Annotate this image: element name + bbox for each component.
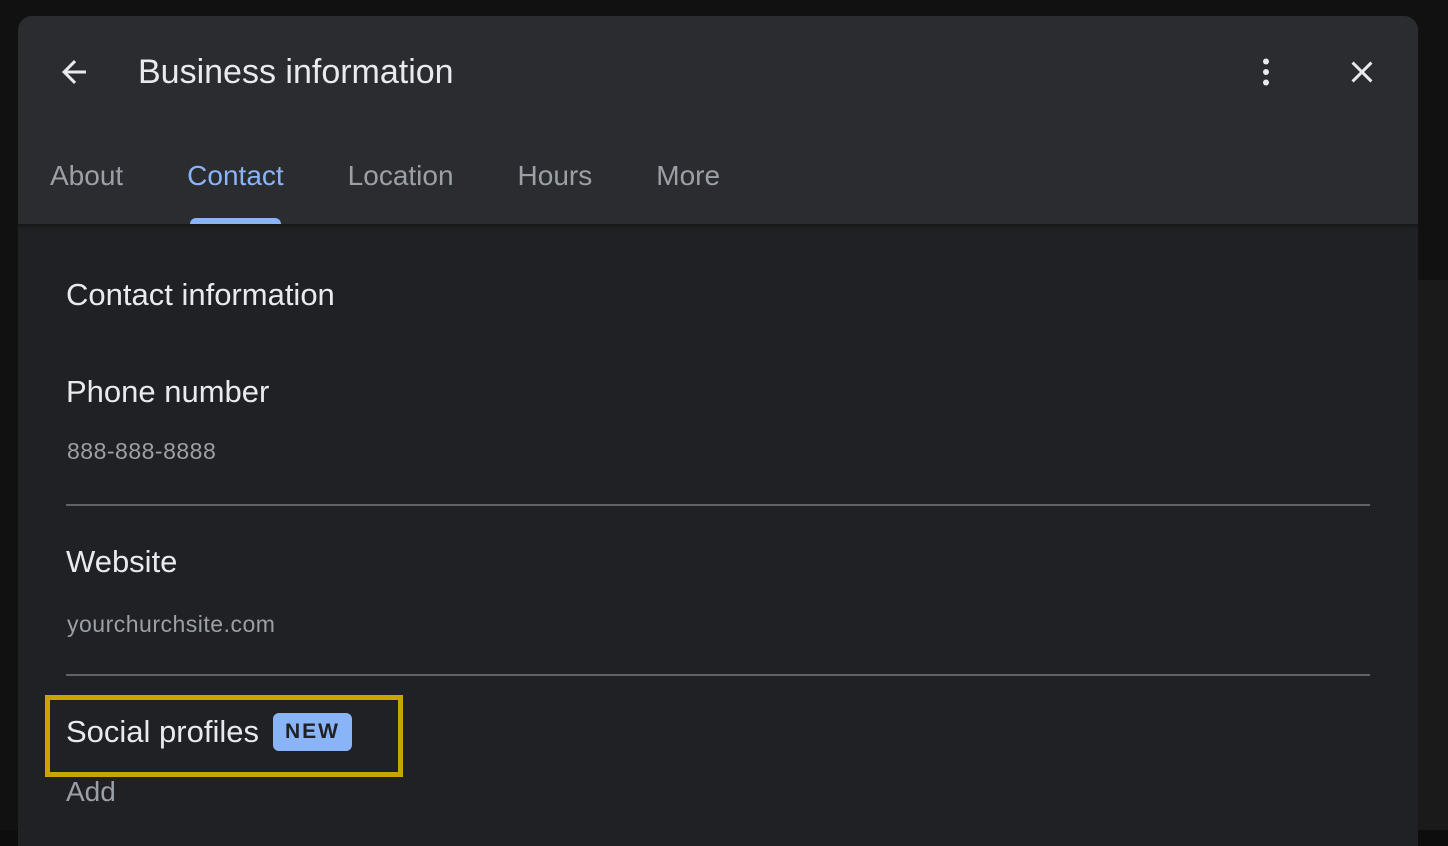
active-tab-indicator bbox=[190, 218, 281, 224]
add-social-profile-link[interactable]: Add bbox=[66, 775, 116, 809]
close-button[interactable] bbox=[1338, 48, 1386, 96]
tab-label: About bbox=[50, 160, 123, 191]
phone-label: Phone number bbox=[66, 373, 269, 411]
tab-location[interactable]: Location bbox=[316, 156, 486, 224]
back-button[interactable] bbox=[50, 48, 98, 96]
tab-more[interactable]: More bbox=[624, 156, 752, 224]
new-badge: NEW bbox=[273, 713, 352, 751]
phone-value[interactable]: 888-888-8888 bbox=[67, 436, 216, 466]
business-info-dialog: Business information About Contact Locat… bbox=[18, 16, 1418, 846]
tab-label: Location bbox=[348, 160, 454, 191]
tab-label: Contact bbox=[187, 160, 284, 191]
background-image bbox=[1418, 280, 1448, 830]
tab-label: Hours bbox=[518, 160, 593, 191]
close-icon bbox=[1344, 54, 1380, 90]
divider bbox=[66, 674, 1370, 676]
section-title: Contact information bbox=[66, 276, 335, 314]
tab-bar: About Contact Location Hours More bbox=[18, 156, 752, 224]
more-vert-icon bbox=[1248, 54, 1284, 90]
divider bbox=[66, 504, 1370, 506]
website-label: Website bbox=[66, 543, 177, 581]
website-value[interactable]: yourchurchsite.com bbox=[67, 609, 275, 639]
social-profiles-row: Social profiles NEW bbox=[66, 713, 352, 751]
tab-hours[interactable]: Hours bbox=[486, 156, 625, 224]
dialog-title: Business information bbox=[138, 52, 454, 92]
arrow-left-icon bbox=[56, 54, 92, 90]
tab-about[interactable]: About bbox=[18, 156, 155, 224]
dialog-header: Business information About Contact Locat… bbox=[18, 16, 1418, 224]
tab-contact[interactable]: Contact bbox=[155, 156, 316, 224]
more-options-button[interactable] bbox=[1242, 48, 1290, 96]
social-profiles-label: Social profiles bbox=[66, 713, 259, 751]
tab-label: More bbox=[656, 160, 720, 191]
